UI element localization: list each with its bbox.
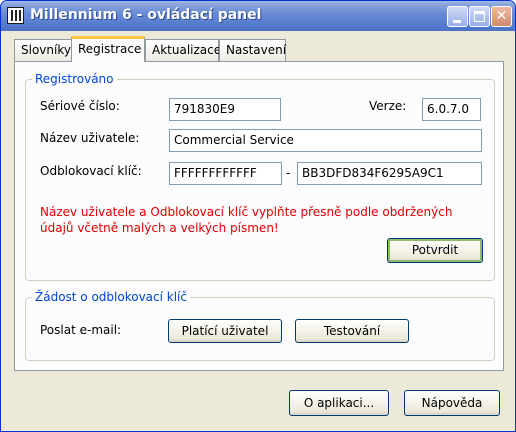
confirm-button[interactable]: Potvrdit (387, 238, 483, 263)
close-icon: ✕ (495, 8, 508, 24)
warning-message: Název uživatele a Odblokovací klíč vyplň… (40, 204, 460, 236)
warning-line-1: Název uživatele a Odblokovací klíč vyplň… (40, 205, 453, 219)
window-title: Millennium 6 - ovládací panel (30, 7, 262, 23)
app-window: Millennium 6 - ovládací panel ✕ Slovníky… (0, 0, 516, 432)
unlock-key-field-1[interactable]: FFFFFFFFFFFF (169, 162, 282, 185)
request-key-group: Žádost o odblokovací klíč Poslat e-mail:… (25, 290, 495, 361)
version-field[interactable]: 6.0.7.0 (422, 98, 481, 121)
username-field[interactable]: Commercial Service (169, 129, 482, 152)
testing-button[interactable]: Testování (295, 319, 409, 343)
tab-nastaveni[interactable]: Nastavení (219, 39, 286, 61)
request-key-legend: Žádost o odblokovací klíč (32, 290, 190, 304)
version-label: Verze: (369, 99, 407, 113)
tab-registrace[interactable]: Registrace (71, 36, 145, 62)
minimize-icon (453, 20, 461, 23)
username-label: Název uživatele: (40, 131, 140, 145)
unlock-key-separator: - (286, 166, 291, 180)
title-bar[interactable]: Millennium 6 - ovládací panel ✕ (1, 1, 515, 31)
help-button[interactable]: Nápověda (404, 390, 500, 416)
close-button[interactable]: ✕ (491, 6, 512, 27)
serial-field[interactable]: 791830E9 (169, 98, 281, 121)
warning-line-2: údajů včetně malých a velkých písmen! (40, 221, 279, 235)
tab-aktualizace[interactable]: Aktualizace (145, 39, 221, 61)
unlock-key-label: Odblokovací klíč: (40, 164, 142, 178)
minimize-button[interactable] (447, 6, 468, 27)
maximize-button[interactable] (469, 6, 490, 27)
send-email-label: Poslat e-mail: (40, 323, 122, 337)
tab-slovniky[interactable]: Slovníky (14, 39, 72, 61)
registration-panel: Registrováno Sériové číslo: 791830E9 Ver… (14, 61, 504, 371)
unlock-key-field-2[interactable]: BB3DFD834F6295A9C1 (297, 162, 482, 185)
maximize-icon (474, 11, 485, 22)
paying-user-button[interactable]: Platící uživatel (168, 319, 282, 343)
registered-legend: Registrováno (32, 72, 117, 86)
about-button[interactable]: O aplikaci... (289, 390, 389, 416)
app-icon (7, 7, 24, 24)
registered-group: Registrováno Sériové číslo: 791830E9 Ver… (25, 72, 495, 281)
serial-label: Sériové číslo: (40, 99, 120, 113)
